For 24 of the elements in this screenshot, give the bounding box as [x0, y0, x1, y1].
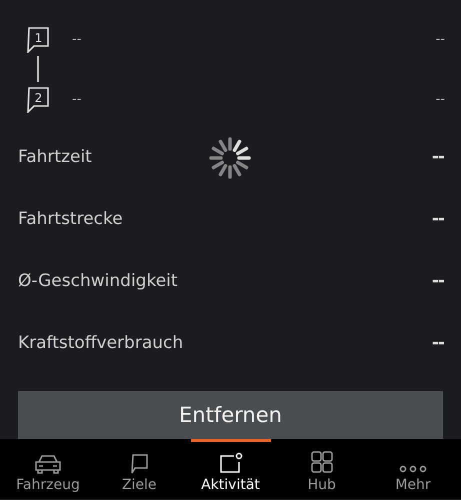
nav-tab[interactable]: Aktivität — [190, 439, 270, 499]
stat-label: Ø-Geschwindigkeit — [18, 271, 179, 291]
waypoint-value: -- — [436, 32, 445, 46]
stat-value: -- — [432, 209, 444, 229]
stat-value: -- — [432, 333, 444, 353]
stat-label: Fahrtzeit — [18, 147, 93, 167]
stat-value: -- — [432, 147, 444, 167]
stat-label: Fahrtstrecke — [18, 209, 124, 229]
waypoint-marker-icon: 1 — [26, 25, 50, 53]
grid-icon — [310, 450, 334, 474]
activity-icon — [218, 452, 244, 474]
car-icon — [34, 454, 62, 474]
remove-button[interactable]: Entfernen — [18, 391, 443, 439]
more-icon — [398, 464, 428, 474]
stat-value: -- — [432, 271, 444, 291]
waypoint-name: -- — [72, 92, 82, 106]
waypoint-value: -- — [436, 92, 445, 106]
stat-label: Kraftstoffverbrauch — [18, 333, 184, 353]
nav-tab[interactable]: Hub — [282, 439, 362, 499]
nav-tab[interactable]: Ziele — [99, 439, 180, 499]
waypoint-marker-icon: 2 — [26, 85, 50, 113]
waypoint-name: -- — [72, 32, 82, 46]
nav-tab[interactable]: Mehr — [373, 439, 453, 499]
nav-tab[interactable]: Fahrzeug — [8, 439, 88, 499]
